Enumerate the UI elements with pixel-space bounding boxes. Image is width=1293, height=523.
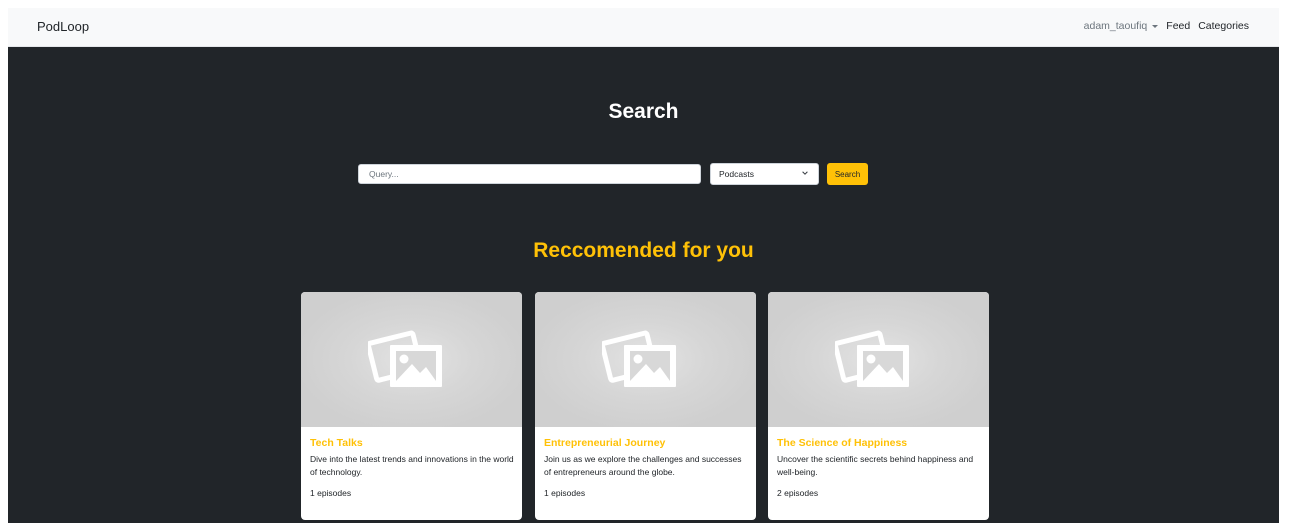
search-button[interactable]: Search [827,163,868,185]
user-name: adam_taoufiq [1083,20,1148,32]
page: PodLoop adam_taoufiq Feed Categories Sea… [0,0,1293,523]
image-placeholder-icon [602,330,676,387]
image-placeholder-icon [835,330,909,387]
card-episode-count: 1 episodes [544,488,586,498]
card-episode-count: 2 episodes [777,488,819,498]
card-episode-count: 1 episodes [310,488,352,498]
card-image [768,292,989,427]
nav-link-feed[interactable]: Feed [1166,20,1190,32]
card-title[interactable]: The Science of Happiness [777,437,907,449]
search-type-value: Podcasts [719,169,754,179]
navbar-right: adam_taoufiq Feed Categories [1084,20,1249,32]
card-description: Uncover the scientific secrets behind ha… [777,454,974,477]
nav-link-categories[interactable]: Categories [1198,20,1249,32]
chevron-down-icon [802,171,808,175]
card-title[interactable]: Tech Talks [310,437,363,449]
search-input[interactable] [358,164,701,184]
card-title[interactable]: Entrepreneurial Journey [544,437,665,449]
search-type-select[interactable]: Podcasts [710,163,819,185]
card-description: Dive into the latest trends and innovati… [310,454,514,477]
card-description: Join us as we explore the challenges and… [544,454,742,477]
image-placeholder-icon [368,330,442,387]
podcast-card[interactable]: Entrepreneurial Journey Join us as we ex… [535,292,756,520]
brand-link[interactable]: PodLoop [37,19,89,34]
recommended-title: Reccomended for you [533,239,754,262]
search-title: Search [608,100,679,123]
navbar: PodLoop adam_taoufiq Feed Categories [8,8,1279,47]
caret-down-icon [1152,24,1159,28]
podcast-card[interactable]: The Science of Happiness Uncover the sci… [768,292,989,520]
main-content: Search Podcasts Search Reccomended for y… [8,47,1279,523]
card-image [535,292,756,427]
card-image [301,292,522,427]
user-dropdown[interactable]: adam_taoufiq [1084,20,1159,32]
podcast-card[interactable]: Tech Talks Dive into the latest trends a… [301,292,522,520]
